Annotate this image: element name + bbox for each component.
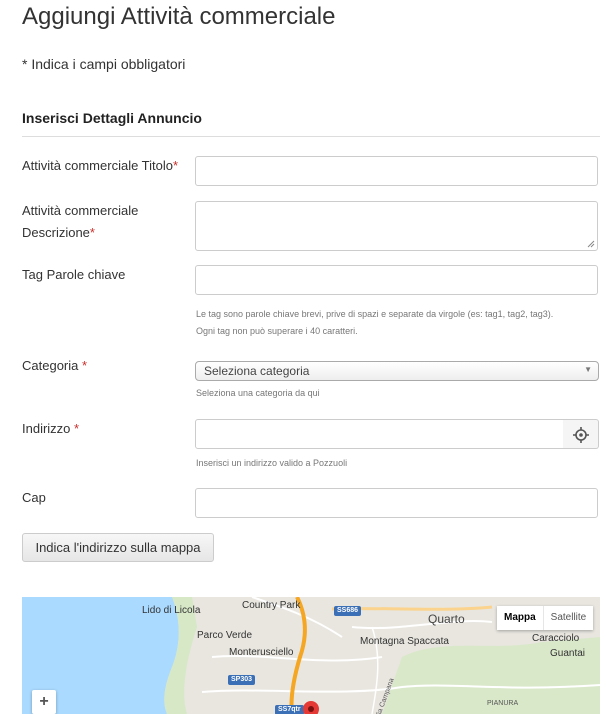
zip-label: Cap	[22, 490, 46, 505]
category-select[interactable]: Seleziona categoria ▼	[195, 361, 599, 381]
required-mark: *	[173, 158, 179, 173]
tags-help: Le tag sono parole chiave brevi, prive d…	[196, 309, 554, 336]
map-pin-icon[interactable]	[303, 701, 319, 714]
required-mark: *	[78, 358, 88, 373]
map-place-label: Montagna Spaccata	[360, 636, 449, 647]
crosshair-icon	[573, 427, 589, 443]
section-divider	[22, 136, 600, 137]
category-selected-value: Seleziona categoria	[204, 364, 310, 378]
map-place-label: Monterusciello	[229, 647, 294, 658]
resize-grip-icon[interactable]	[587, 240, 595, 248]
description-label: Attività commerciale Descrizione*	[22, 203, 139, 240]
address-label: Indirizzo *	[22, 421, 80, 436]
map-place-label: PIANURA	[487, 700, 519, 707]
zip-input[interactable]	[195, 488, 598, 518]
road-shield: SS686	[334, 606, 362, 616]
page-title: Aggiungi Attività commerciale	[22, 3, 336, 30]
road-shield: SP303	[228, 675, 256, 685]
chevron-down-icon: ▼	[584, 365, 592, 374]
tags-input[interactable]	[195, 265, 598, 295]
map-place-label: Country Park	[242, 600, 301, 611]
map-place-label: Guantai	[550, 648, 586, 659]
map-place-label: Caracciolo	[532, 633, 580, 644]
section-title: Inserisci Dettagli Annuncio	[22, 110, 202, 126]
locate-button[interactable]	[563, 419, 599, 449]
description-textarea[interactable]	[195, 201, 598, 251]
required-mark: *	[89, 225, 95, 240]
map-type-map-button[interactable]: Mappa	[497, 606, 543, 630]
title-label: Attività commerciale Titolo*	[22, 158, 179, 173]
title-input[interactable]	[195, 156, 598, 186]
required-fields-note: * Indica i campi obbligatori	[22, 56, 186, 72]
tags-label: Tag Parole chiave	[22, 267, 126, 282]
address-input[interactable]	[195, 419, 564, 449]
map-place-label: Lido di Licola	[142, 605, 201, 616]
map[interactable]: Lido di Licola Country Park Quarto Parco…	[22, 597, 600, 714]
category-label: Categoria *	[22, 358, 88, 373]
zoom-in-button[interactable]: +	[32, 690, 56, 714]
address-help: Inserisci un indirizzo valido a Pozzuoli	[196, 458, 348, 468]
road-shield: SS7qtr	[275, 705, 304, 714]
category-help: Seleziona una categoria da qui	[196, 388, 320, 398]
map-type-satellite-button[interactable]: Satellite	[542, 606, 594, 630]
map-place-label: Parco Verde	[197, 630, 253, 641]
show-on-map-button[interactable]: Indica l'indirizzo sulla mappa	[22, 533, 214, 562]
map-place-label: Quarto	[428, 612, 465, 626]
required-mark: *	[70, 421, 80, 436]
map-type-control: Mappa Satellite	[497, 606, 594, 630]
